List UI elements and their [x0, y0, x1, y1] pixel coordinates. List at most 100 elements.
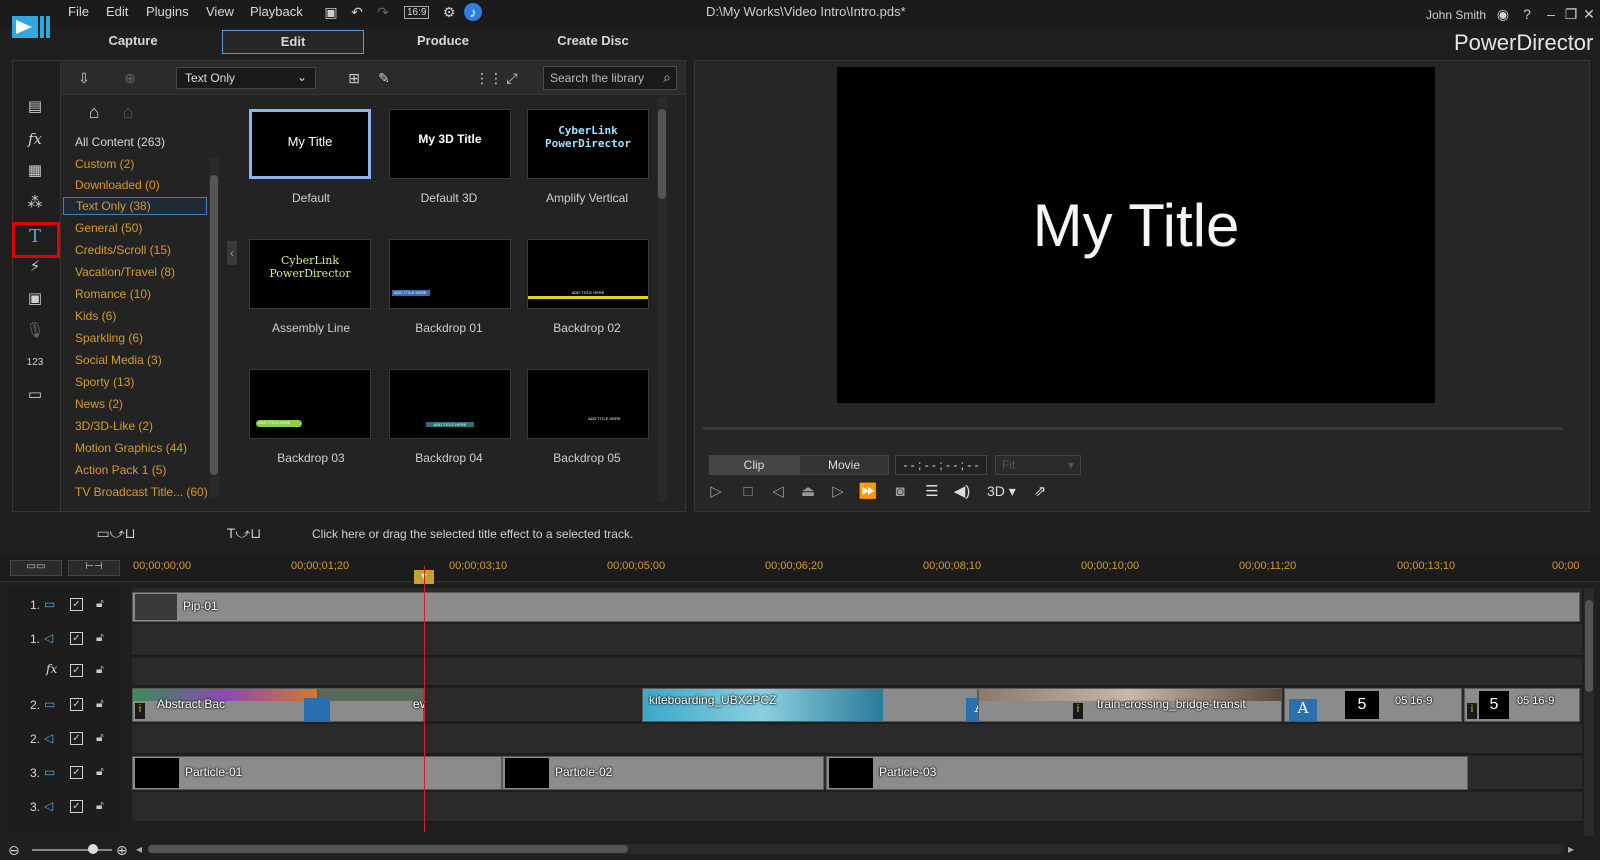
library-filter-dropdown[interactable]: Text Only ⌄ [176, 67, 316, 89]
subtitle-room-icon[interactable]: ▭ [22, 382, 48, 408]
transition-marker[interactable] [304, 698, 330, 722]
undock-icon[interactable]: ⇗ [1029, 481, 1051, 503]
delete-tag-icon[interactable]: ⌂ [119, 103, 137, 121]
category-scrollbar[interactable] [209, 157, 219, 497]
zoom-slider-handle[interactable] [88, 844, 98, 854]
timeline-clip[interactable]: i 5 05 16-9 [1464, 688, 1580, 722]
menu-edit[interactable]: Edit [106, 4, 128, 19]
close-icon[interactable]: ✕ [1580, 5, 1598, 23]
fit-timeline-icon[interactable]: ⊢⊣ [68, 560, 120, 576]
notification-icon[interactable]: ♪ [464, 3, 482, 21]
3d-mode-button[interactable]: 3D ▾ [987, 483, 1016, 500]
tab-edit[interactable]: Edit [222, 30, 364, 54]
library-scrollbar-thumb[interactable] [658, 109, 666, 199]
modify-title-icon[interactable]: ✎ [375, 69, 393, 87]
undo-icon[interactable]: ↶ [348, 3, 366, 21]
add-tag-icon[interactable]: ⌂ [85, 103, 103, 121]
split-icon[interactable]: ⏏ [797, 481, 819, 503]
lock-icon[interactable]: 🔓︎ [96, 730, 104, 745]
next-frame-icon[interactable]: ▷ [827, 481, 849, 503]
user-name[interactable]: John Smith [1426, 8, 1486, 22]
volume-icon[interactable]: ◀) [951, 481, 973, 503]
zoom-out-icon[interactable]: ⊖ [8, 842, 20, 859]
category-item[interactable]: Downloaded (0) [75, 178, 160, 192]
lock-icon[interactable]: 🔓︎ [96, 696, 104, 711]
tab-produce[interactable]: Produce [372, 30, 514, 54]
track-enable-checkbox[interactable]: ✓ [70, 766, 83, 779]
settings-gear-icon[interactable]: ⚙ [440, 3, 458, 21]
track-enable-checkbox[interactable]: ✓ [70, 732, 83, 745]
audio-mixing-icon[interactable]: ▣ [22, 286, 48, 312]
timeline-vertical-scrollbar[interactable] [1584, 588, 1594, 836]
track-row[interactable] [132, 792, 1582, 822]
title-thumb-backdrop-01[interactable]: ADD TITLE HERE [389, 239, 511, 309]
stop-icon[interactable]: □ [737, 481, 759, 503]
category-item[interactable]: Motion Graphics (44) [75, 441, 187, 455]
tab-capture[interactable]: Capture [62, 30, 204, 54]
timeline-horizontal-scrollbar[interactable] [148, 844, 1564, 854]
category-scrollbar-thumb[interactable] [210, 175, 218, 475]
category-item[interactable]: Kids (6) [75, 309, 116, 323]
track-enable-checkbox[interactable]: ✓ [70, 632, 83, 645]
download-icon[interactable]: ⊕ [121, 69, 139, 87]
voice-over-icon[interactable]: 🎙 [22, 318, 48, 344]
track-row[interactable] [132, 724, 1582, 754]
aspect-ratio-select[interactable]: 16:9 [404, 6, 430, 19]
pip-room-icon[interactable]: ▦ [22, 158, 48, 184]
scroll-left-icon[interactable]: ◂ [136, 842, 142, 856]
timeline-clip[interactable]: Particle-02 [502, 756, 824, 790]
grid-view-icon[interactable]: ⋮⋮ [475, 69, 503, 87]
previous-frame-icon[interactable]: ◁ [767, 481, 789, 503]
track-enable-checkbox[interactable]: ✓ [70, 598, 83, 611]
track-manager-icon[interactable]: ▭▭ [10, 560, 62, 576]
category-item[interactable]: Credits/Scroll (15) [75, 243, 171, 257]
chapter-room-icon[interactable]: 123 [22, 350, 48, 376]
save-icon[interactable]: ▣ [322, 3, 340, 21]
track-row[interactable] [132, 624, 1582, 656]
preview-screen[interactable]: My Title [837, 67, 1435, 403]
timeline-clip[interactable]: i train-crossing_bridge-transit [978, 688, 1282, 722]
preview-seek-bar[interactable] [703, 427, 1563, 430]
transition-room-icon[interactable]: ⚡ [22, 254, 48, 280]
category-item-selected[interactable]: Text Only (38) [63, 197, 207, 215]
fx-room-icon[interactable]: fx [22, 126, 48, 152]
tab-create-disc[interactable]: Create Disc [522, 30, 664, 54]
movie-mode-button[interactable]: Movie [799, 455, 889, 475]
title-thumb-amplify-vertical[interactable]: CyberLink PowerDirector [527, 109, 649, 179]
category-item[interactable]: 3D/3D-Like (2) [75, 419, 153, 433]
timeline-clip[interactable]: ev [318, 688, 426, 722]
timeline-clip[interactable]: kiteboarding_UBX2PCZ [642, 688, 978, 722]
category-item[interactable]: News (2) [75, 397, 123, 411]
menu-plugins[interactable]: Plugins [146, 4, 189, 19]
title-thumb-backdrop-04[interactable]: ADD TITLE HERE [389, 369, 511, 439]
track-enable-checkbox[interactable]: ✓ [70, 800, 83, 813]
category-item[interactable]: TV Broadcast Title... (60) [75, 485, 208, 499]
timecode-field[interactable]: - - ; - - ; - - ; - - [895, 455, 987, 475]
timeline-clip[interactable]: A 5 05 16-9 [1284, 688, 1462, 722]
category-item[interactable]: Vacation/Travel (8) [75, 265, 175, 279]
restore-icon[interactable]: ❐ [1562, 5, 1580, 23]
add-title-to-track-icon[interactable]: T⤻⊔ [214, 524, 274, 542]
category-item[interactable]: Action Pack 1 (5) [75, 463, 166, 477]
help-icon[interactable]: ? [1518, 5, 1536, 23]
lock-icon[interactable]: 🔓︎ [96, 798, 104, 813]
redo-icon[interactable]: ↷ [374, 3, 392, 21]
minimize-icon[interactable]: – [1542, 5, 1560, 23]
menu-playback[interactable]: Playback [250, 4, 303, 19]
fullscreen-icon[interactable]: ⤢ [503, 69, 521, 87]
zoom-fit-dropdown[interactable]: Fit ▾ [995, 455, 1081, 475]
add-to-track-icon[interactable]: ▭⤻⊔ [86, 524, 146, 542]
track-enable-checkbox[interactable]: ✓ [70, 664, 83, 677]
clip-mode-button[interactable]: Clip [709, 455, 799, 475]
title-thumb-default-3d[interactable]: My 3D Title [389, 109, 511, 179]
title-thumb-assembly-line[interactable]: CyberLink PowerDirector [249, 239, 371, 309]
title-thumb-default[interactable]: My Title [249, 109, 371, 179]
snapshot-icon[interactable]: ◙ [889, 481, 911, 503]
timeline-clip[interactable]: Particle-01 [132, 756, 502, 790]
timeline-vertical-thumb[interactable] [1585, 600, 1593, 692]
category-item[interactable]: Romance (10) [75, 287, 151, 301]
category-item[interactable]: All Content (263) [75, 135, 165, 149]
category-item[interactable]: Custom (2) [75, 157, 134, 171]
scroll-right-icon[interactable]: ▸ [1568, 842, 1574, 856]
library-scrollbar[interactable] [657, 97, 667, 501]
